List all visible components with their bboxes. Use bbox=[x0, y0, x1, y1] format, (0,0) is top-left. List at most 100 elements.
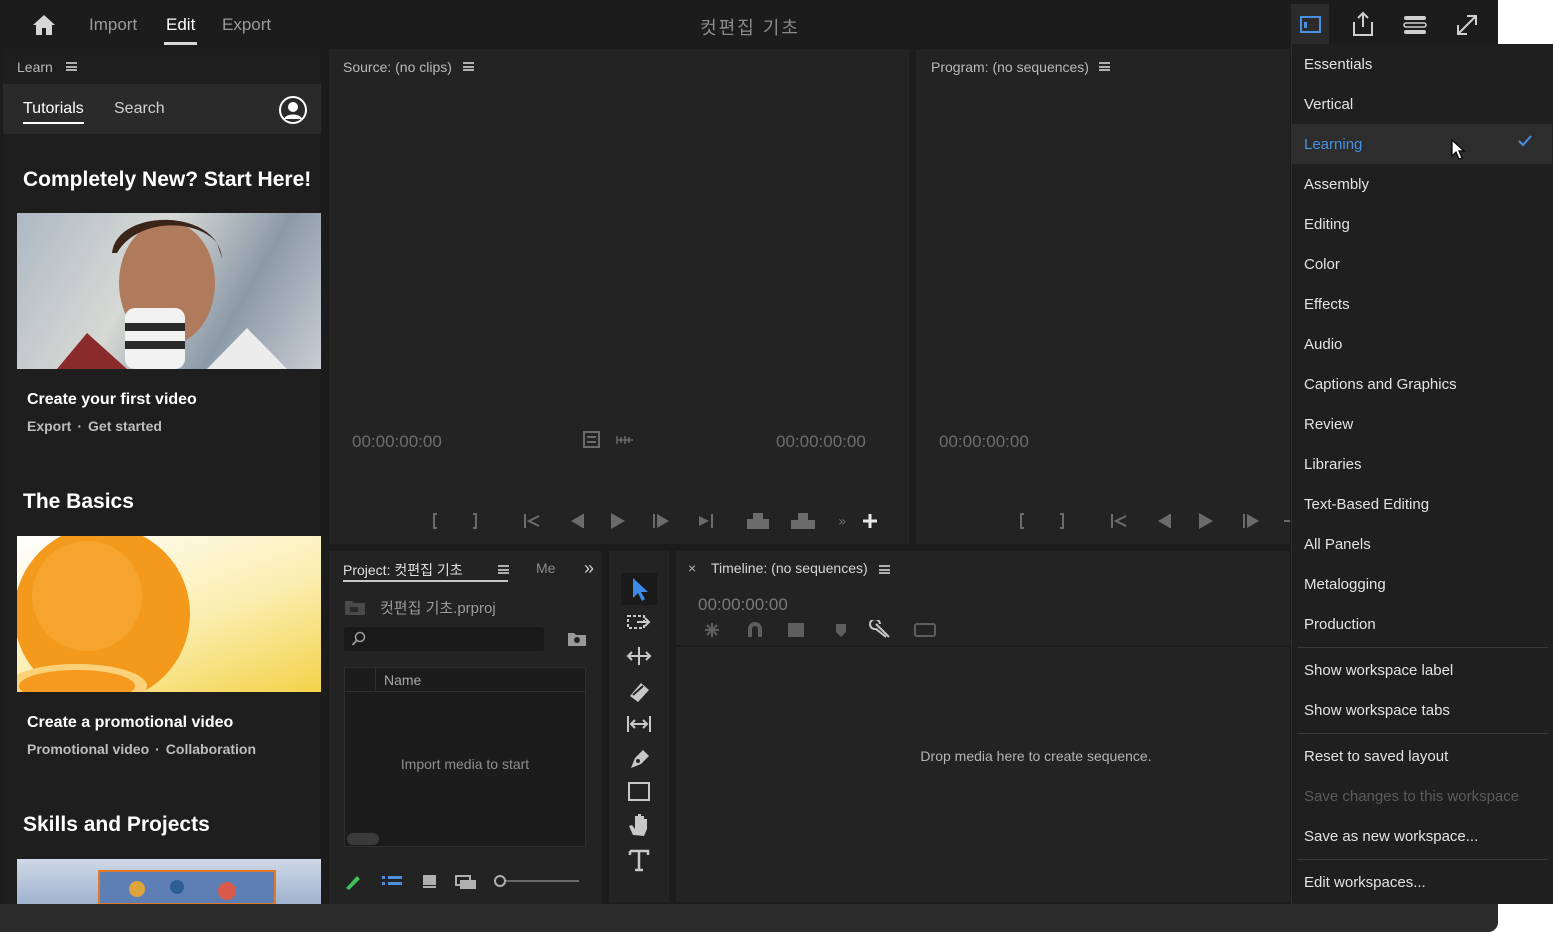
tag-separator: · bbox=[155, 741, 160, 757]
menu-item-editing[interactable]: Editing bbox=[1304, 216, 1350, 233]
timeline-toolbar-icons[interactable] bbox=[700, 620, 940, 640]
menu-item-learning[interactable]: Learning bbox=[1304, 136, 1362, 153]
iceland-image bbox=[98, 870, 276, 904]
menu-item-assembly[interactable]: Assembly bbox=[1304, 176, 1369, 193]
workspaces-icon bbox=[1300, 16, 1321, 33]
tab-export[interactable]: Export bbox=[222, 15, 271, 35]
find-icon[interactable] bbox=[567, 630, 587, 647]
menu-separator bbox=[1297, 647, 1548, 648]
menu-separator bbox=[1297, 733, 1548, 734]
project-tab-underline bbox=[343, 580, 508, 582]
tutorial-thumbnail[interactable] bbox=[17, 213, 321, 369]
menu-item-captions-and-graphics[interactable]: Captions and Graphics bbox=[1304, 376, 1457, 393]
menu-item-metalogging[interactable]: Metalogging bbox=[1304, 576, 1386, 593]
menu-item-effects[interactable]: Effects bbox=[1304, 296, 1350, 313]
project-footer-tools[interactable] bbox=[343, 871, 583, 891]
project-bin-list[interactable]: Name Import media to start bbox=[344, 667, 586, 847]
source-timecode-out: 00:00:00:00 bbox=[776, 432, 866, 451]
program-transport-controls[interactable] bbox=[1012, 510, 1290, 532]
section-heading: Completely New? Start Here! bbox=[23, 168, 312, 191]
quick-export-icon[interactable] bbox=[1348, 10, 1378, 40]
full-screen-icon[interactable] bbox=[1452, 10, 1482, 40]
tag: Export bbox=[27, 418, 72, 434]
source-monitor-panel bbox=[329, 49, 909, 544]
column-header-name[interactable]: Name bbox=[384, 672, 421, 688]
rectangle-tool-icon[interactable] bbox=[623, 778, 655, 806]
premiere-window: Import Edit Export 컷편집 기초 Learn Tutorial… bbox=[0, 0, 1498, 932]
hand-tool-icon[interactable] bbox=[623, 811, 655, 839]
orange-image bbox=[17, 536, 190, 692]
tag-separator: · bbox=[77, 418, 83, 434]
menu-item-essentials[interactable]: Essentials bbox=[1304, 56, 1372, 73]
program-timecode-in[interactable]: 00:00:00:00 bbox=[939, 432, 1029, 452]
svg-text:»: » bbox=[838, 514, 847, 530]
timeline-close-icon[interactable]: × bbox=[688, 560, 696, 576]
source-transport-controls[interactable]: » bbox=[425, 510, 881, 532]
tab-tutorials[interactable]: Tutorials bbox=[23, 100, 84, 118]
project-menu-icon[interactable] bbox=[498, 565, 509, 574]
menu-item-review[interactable]: Review bbox=[1304, 416, 1353, 433]
active-tab-underline bbox=[164, 42, 197, 45]
source-settings-icons[interactable] bbox=[583, 431, 643, 449]
menu-item-audio[interactable]: Audio bbox=[1304, 336, 1342, 353]
project-title: 컷편집 기초 bbox=[700, 18, 800, 38]
workspaces-button[interactable] bbox=[1291, 4, 1329, 44]
timeline-ruler-divider bbox=[677, 645, 1290, 647]
menu-item-all-panels[interactable]: All Panels bbox=[1304, 536, 1371, 553]
section-heading: Skills and Projects bbox=[23, 813, 210, 836]
project-panel-title[interactable]: Project: 컷편집 기초 bbox=[343, 560, 463, 580]
home-icon[interactable] bbox=[30, 12, 58, 38]
menu-item-edit-workspaces[interactable]: Edit workspaces... bbox=[1304, 874, 1426, 891]
timeline-title: Timeline: (no sequences) bbox=[711, 560, 868, 576]
menu-item-show-workspace-tabs[interactable]: Show workspace tabs bbox=[1304, 702, 1450, 719]
tutorial-card-title[interactable]: Create your first video bbox=[27, 391, 197, 409]
track-select-tool-icon[interactable] bbox=[623, 608, 655, 636]
source-menu-icon[interactable] bbox=[463, 62, 474, 71]
project-scrollbar[interactable] bbox=[347, 833, 379, 845]
menu-separator bbox=[1297, 859, 1548, 860]
learn-menu-icon[interactable] bbox=[66, 62, 77, 71]
tab-search[interactable]: Search bbox=[114, 100, 165, 118]
tutorial-thumbnail[interactable] bbox=[17, 859, 321, 904]
account-icon[interactable] bbox=[278, 95, 308, 125]
menu-item-text-based-editing[interactable]: Text-Based Editing bbox=[1304, 496, 1429, 513]
tutorial-thumbnail[interactable] bbox=[17, 536, 321, 692]
type-tool-icon[interactable] bbox=[623, 846, 655, 874]
menu-item-show-workspace-label[interactable]: Show workspace label bbox=[1304, 662, 1453, 679]
menu-item-reset-layout[interactable]: Reset to saved layout bbox=[1304, 748, 1448, 765]
program-monitor-title: Program: (no sequences) bbox=[931, 59, 1089, 75]
menu-item-save-new-workspace[interactable]: Save as new workspace... bbox=[1304, 828, 1478, 845]
mouse-cursor-icon bbox=[1451, 139, 1466, 160]
status-bar bbox=[0, 904, 1498, 932]
tab-edit[interactable]: Edit bbox=[166, 15, 195, 35]
more-panels-icon[interactable]: » bbox=[584, 558, 594, 579]
tutorial-card-tags: Promotional video · Collaboration bbox=[27, 741, 256, 757]
project-folder-icon bbox=[345, 601, 365, 615]
menu-item-vertical[interactable]: Vertical bbox=[1304, 96, 1353, 113]
selection-tool-icon[interactable] bbox=[623, 575, 655, 603]
menu-item-color[interactable]: Color bbox=[1304, 256, 1340, 273]
menu-item-production[interactable]: Production bbox=[1304, 616, 1376, 633]
section-heading: The Basics bbox=[23, 490, 134, 513]
source-timecode-in[interactable]: 00:00:00:00 bbox=[352, 432, 442, 452]
project-search-field[interactable] bbox=[344, 627, 544, 651]
media-browser-tab[interactable]: Me bbox=[536, 560, 556, 576]
search-icon bbox=[351, 631, 366, 646]
tutorial-card-title[interactable]: Create a promotional video bbox=[27, 714, 233, 732]
ripple-edit-tool-icon[interactable] bbox=[623, 642, 655, 670]
menu-item-libraries[interactable]: Libraries bbox=[1304, 456, 1362, 473]
tutorial-card-tags: Export · Get started bbox=[27, 418, 162, 434]
header-bar: Import Edit Export 컷편집 기초 bbox=[0, 0, 1498, 47]
timeline-empty-text: Drop media here to create sequence. bbox=[920, 748, 1152, 764]
project-empty-text: Import media to start bbox=[400, 756, 530, 772]
pen-tool-icon[interactable] bbox=[623, 744, 655, 772]
program-monitor-panel bbox=[916, 49, 1290, 544]
workspaces-menu: Essentials Vertical Learning Assembly Ed… bbox=[1291, 44, 1553, 904]
timeline-timecode[interactable]: 00:00:00:00 bbox=[698, 595, 788, 615]
progress-icon[interactable] bbox=[1400, 10, 1430, 40]
timeline-menu-icon[interactable] bbox=[879, 565, 890, 574]
slip-tool-icon[interactable] bbox=[623, 710, 655, 738]
program-menu-icon[interactable] bbox=[1099, 62, 1110, 71]
tab-import[interactable]: Import bbox=[89, 15, 137, 35]
razor-tool-icon[interactable] bbox=[623, 676, 655, 704]
